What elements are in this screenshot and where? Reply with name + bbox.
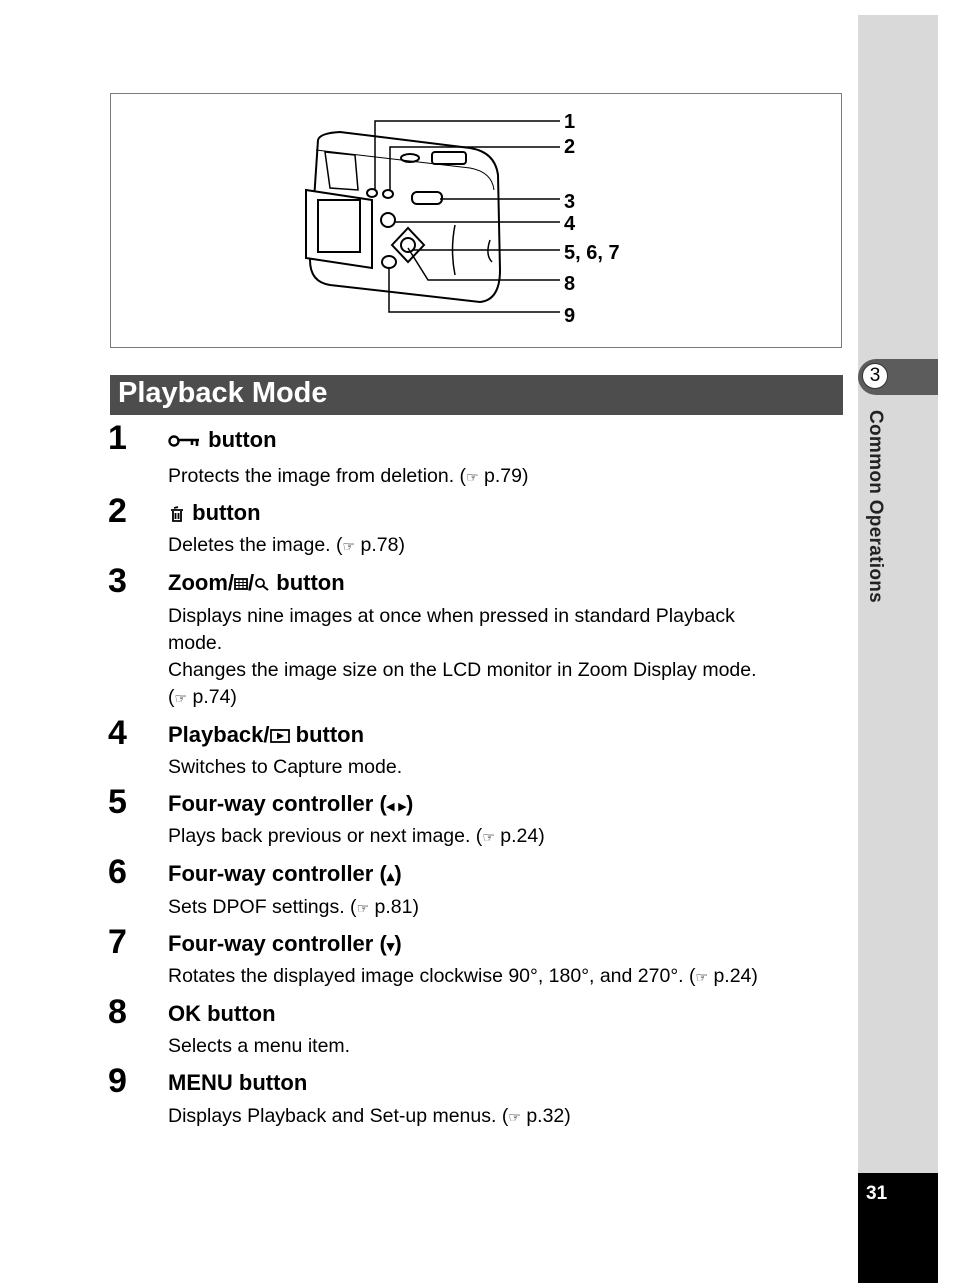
magnifier-icon xyxy=(255,578,269,591)
item-title: Four-way controller (▴) xyxy=(168,861,402,886)
item-description: Switches to Capture mode. xyxy=(168,756,403,778)
callout-4: 4 xyxy=(564,213,576,235)
item-title: OK button xyxy=(168,1001,276,1026)
item-number: 4 xyxy=(108,714,127,752)
item-number: 3 xyxy=(108,562,127,600)
reference-hand-icon: ☞ xyxy=(482,829,495,845)
chapter-title: Common Operations xyxy=(865,410,886,604)
item-number: 5 xyxy=(108,783,127,821)
reference-hand-icon: ☞ xyxy=(356,900,370,916)
left-right-arrows-icon: ◂ ▸ xyxy=(386,798,407,815)
item-title: button xyxy=(168,427,277,453)
reference-hand-icon: ☞ xyxy=(695,969,709,985)
item-title: Zoom// button xyxy=(168,570,345,595)
item-title: MENU button xyxy=(168,1070,308,1095)
item-description: Deletes the image. (☞ p.78) xyxy=(168,534,405,556)
item-description: (☞ p.74) xyxy=(168,686,237,708)
grid-icon xyxy=(234,578,248,591)
item-description: Displays Playback and Set-up menus. (☞ p… xyxy=(168,1105,571,1127)
reference-hand-icon: ☞ xyxy=(508,1109,521,1125)
item-description: mode. xyxy=(168,632,223,654)
item-description: Protects the image from deletion. (☞ p.7… xyxy=(168,465,529,487)
item-number: 1 xyxy=(108,419,127,457)
item-description: Rotates the displayed image clockwise 90… xyxy=(168,965,758,987)
item-title: button xyxy=(168,500,261,526)
chapter-sidebar xyxy=(858,15,938,1283)
callout-1: 1 xyxy=(564,111,576,133)
item-title: Four-way controller (▾) xyxy=(168,931,402,956)
item-description: Displays nine images at once when presse… xyxy=(168,605,735,627)
item-description: Sets DPOF settings. (☞ p.81) xyxy=(168,896,419,918)
camera-illustration xyxy=(305,120,560,313)
item-number: 2 xyxy=(108,492,127,530)
callout-3: 3 xyxy=(564,191,576,213)
callout-8: 8 xyxy=(564,273,576,295)
play-icon xyxy=(269,729,290,744)
item-description: Selects a menu item. xyxy=(168,1035,351,1057)
item-description: Plays back previous or next image. (☞ p.… xyxy=(168,825,545,847)
item-number: 6 xyxy=(108,853,127,891)
callout-2: 2 xyxy=(564,136,576,158)
trash-icon xyxy=(171,506,183,523)
section-title: Playback Mode xyxy=(118,377,328,409)
item-number: 9 xyxy=(108,1062,127,1100)
item-number: 7 xyxy=(108,923,127,961)
chapter-number: 3 xyxy=(862,363,888,389)
item-number: 8 xyxy=(108,993,127,1031)
callout-5-6-7: 5, 6, 7 xyxy=(564,242,620,264)
item-title: Playback/ button xyxy=(168,722,365,747)
reference-hand-icon: ☞ xyxy=(342,538,356,554)
callout-9: 9 xyxy=(564,305,576,327)
page-number: 31 xyxy=(866,1183,888,1204)
reference-hand-icon: ☞ xyxy=(174,690,188,706)
item-title: Four-way controller (◂ ▸) xyxy=(168,791,414,816)
item-description: Changes the image size on the LCD monito… xyxy=(168,659,757,681)
key-protect-icon xyxy=(168,435,199,447)
reference-hand-icon: ☞ xyxy=(466,469,479,485)
